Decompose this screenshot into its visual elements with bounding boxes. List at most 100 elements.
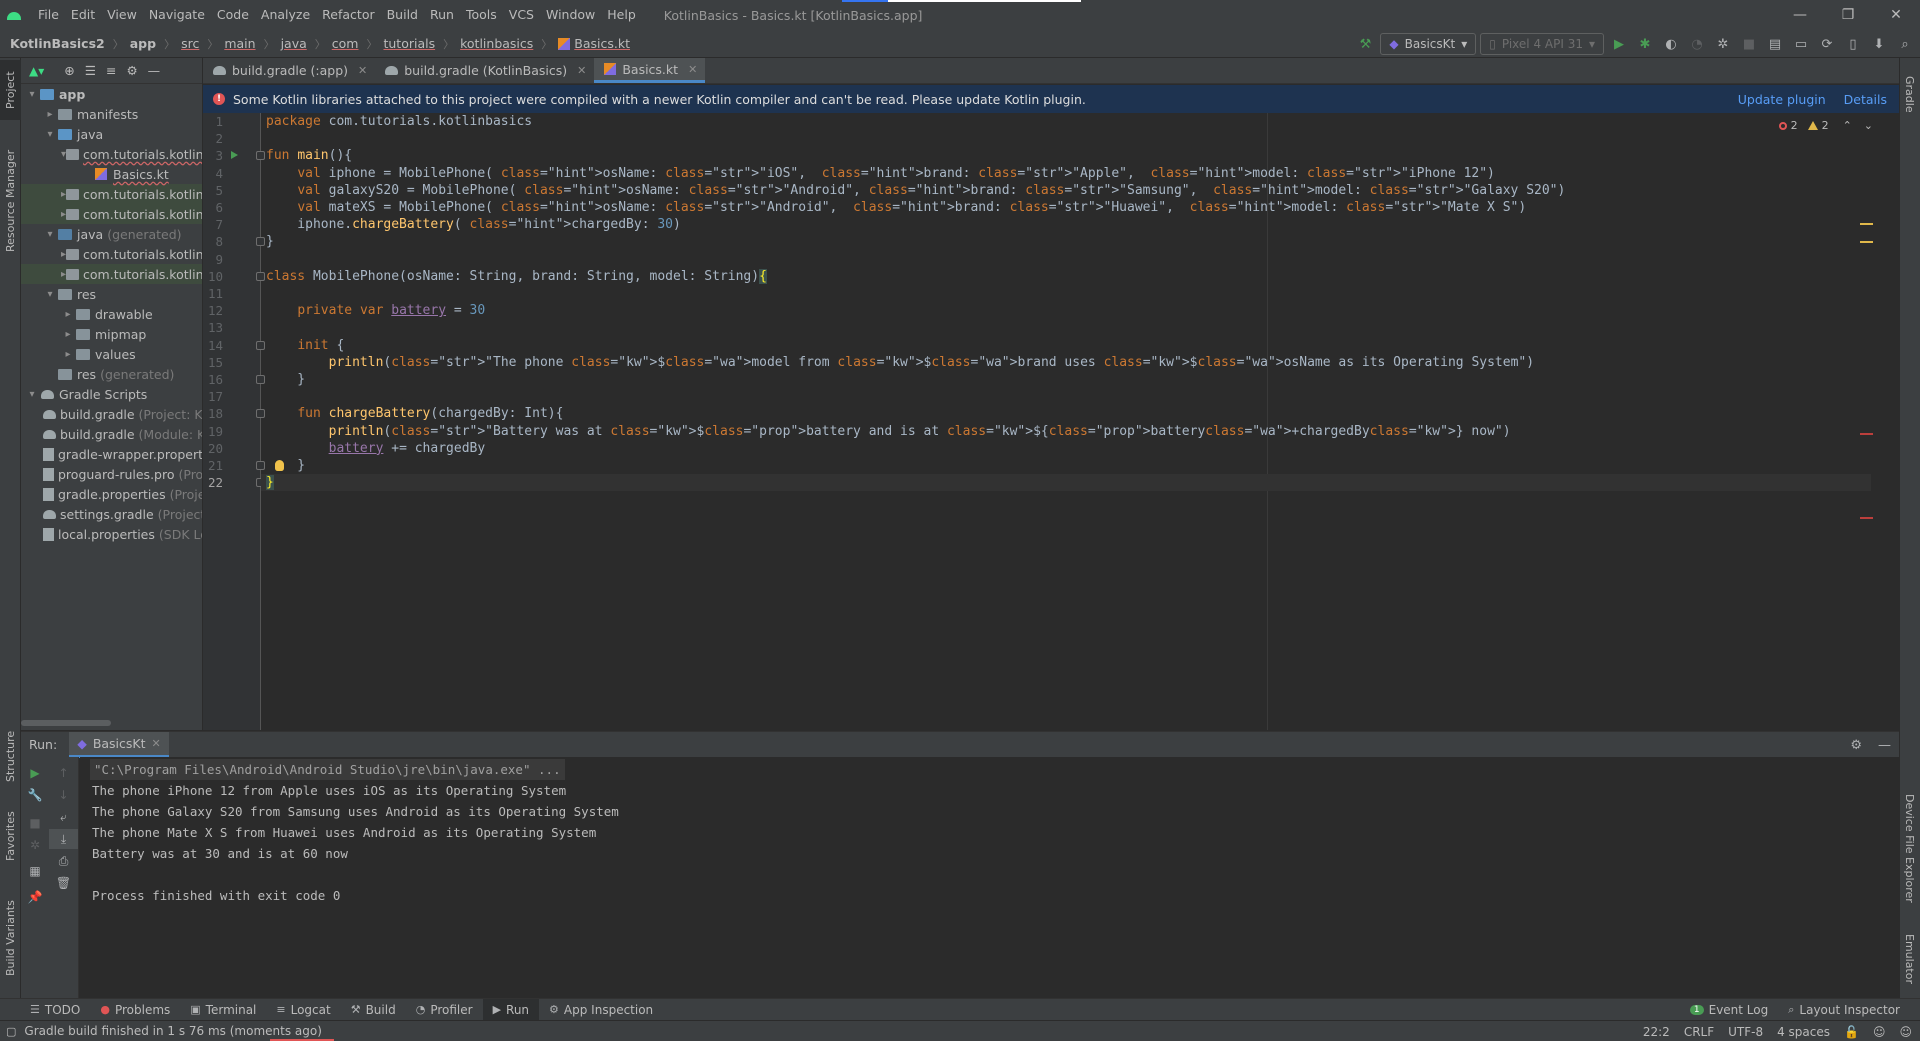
tree-item[interactable]: gradle-wrapper.properties(Gradle Version… xyxy=(21,444,202,464)
run-tab-basicskt[interactable]: ◆ BasicsKt ✕ xyxy=(69,731,169,758)
tool-tab-build[interactable]: ⚒ Build xyxy=(341,999,406,1021)
trash-icon[interactable]: 🗑 xyxy=(49,873,78,893)
menu-run[interactable]: Run xyxy=(424,0,460,30)
layout-editor-icon[interactable]: ▭ xyxy=(1790,33,1812,55)
tree-item[interactable]: ▾ java (generated) xyxy=(21,224,202,244)
update-plugin-link[interactable]: Update plugin xyxy=(1738,92,1826,107)
tree-item[interactable]: ▸ manifests xyxy=(21,104,202,124)
breadcrumb-item[interactable]: KotlinBasics2 xyxy=(10,36,107,51)
avd-manager-icon[interactable]: ▯ xyxy=(1842,33,1864,55)
tab-build-variants[interactable]: Build Variants xyxy=(0,888,21,988)
hide-panel-icon[interactable]: — xyxy=(1878,738,1891,753)
sync-gradle-icon[interactable]: ⟳ xyxy=(1816,33,1838,55)
tree-item[interactable]: ▸ values xyxy=(21,344,202,364)
breadcrumb-item[interactable]: java xyxy=(281,36,309,51)
tree-item[interactable]: res (generated) xyxy=(21,364,202,384)
fold-marker-icon[interactable] xyxy=(256,237,265,247)
fold-marker-icon[interactable] xyxy=(256,409,265,419)
run-config-select[interactable]: ◆ BasicsKt ▾ xyxy=(1380,33,1477,55)
code-line[interactable]: val galaxyS20 = MobilePhone( class="hint… xyxy=(266,182,1565,199)
breadcrumb-item[interactable]: app xyxy=(130,36,158,51)
code-line[interactable]: } xyxy=(266,233,274,250)
menu-vcs[interactable]: VCS xyxy=(503,0,540,30)
tool-tab-run[interactable]: ▶ Run xyxy=(482,998,540,1021)
details-link[interactable]: Details xyxy=(1844,92,1887,107)
fold-marker-icon[interactable] xyxy=(256,461,265,470)
menu-navigate[interactable]: Navigate xyxy=(143,0,211,30)
code-line[interactable]: private var battery = 30 xyxy=(266,302,485,319)
project-tree-scrollbar[interactable] xyxy=(21,720,111,726)
tab-project[interactable]: Project xyxy=(0,60,21,120)
breadcrumb-item[interactable]: kotlinbasics xyxy=(460,36,535,51)
chevron-right-icon[interactable]: ▸ xyxy=(43,109,57,120)
tree-item[interactable]: Basics.kt xyxy=(21,164,202,184)
tree-item[interactable]: ▸ drawable xyxy=(21,304,202,324)
tree-item[interactable]: ▾ res xyxy=(21,284,202,304)
tab-device-file-explorer[interactable]: Device File Explorer xyxy=(1899,778,1920,918)
editor-tab[interactable]: Basics.kt ✕ xyxy=(594,58,706,83)
tree-item[interactable]: local.properties(SDK Location) xyxy=(21,524,202,544)
gear-icon[interactable]: ⚙ xyxy=(1850,738,1862,753)
menu-file[interactable]: File xyxy=(32,0,65,30)
breadcrumb-item[interactable]: com xyxy=(332,36,361,51)
code-line[interactable]: val iphone = MobilePhone( class="hint">o… xyxy=(266,165,1495,182)
attach-debugger-icon[interactable]: ✲ xyxy=(1712,33,1734,55)
minimize-button[interactable]: — xyxy=(1776,0,1824,30)
chevron-down-icon[interactable]: ▾ xyxy=(43,229,57,240)
tab-resource-manager[interactable]: Resource Manager xyxy=(0,136,21,266)
caret-position[interactable]: 22:2 xyxy=(1643,1025,1670,1039)
chevron-right-icon[interactable]: ▸ xyxy=(61,349,75,360)
close-tab-icon[interactable]: ✕ xyxy=(577,64,586,77)
lightbulb-icon[interactable] xyxy=(275,460,284,471)
editor-tab[interactable]: build.gradle (KotlinBasics) ✕ xyxy=(375,58,594,83)
inspection-widget[interactable]: 2 2 ⌃ ⌄ xyxy=(1778,119,1873,132)
layout-inspector-tab[interactable]: ⌕ Layout Inspector xyxy=(1778,999,1910,1021)
gear-icon[interactable]: ⚙ xyxy=(126,63,137,78)
hide-panel-icon[interactable]: — xyxy=(148,63,161,78)
tree-item[interactable]: ▾ app xyxy=(21,84,202,104)
profile-icon[interactable]: ◔ xyxy=(1686,33,1708,55)
tab-emulator[interactable]: Emulator xyxy=(1899,924,1920,994)
tab-gradle[interactable]: Gradle xyxy=(1899,66,1920,122)
status-panel-icon[interactable]: ▢ xyxy=(6,1025,16,1038)
code-line[interactable]: fun main(){ xyxy=(266,147,352,164)
menu-refactor[interactable]: Refactor xyxy=(316,0,380,30)
chevron-down-icon[interactable]: ▾ xyxy=(25,389,39,400)
tab-structure[interactable]: Structure xyxy=(0,726,21,786)
tool-tab-logcat[interactable]: ≡ Logcat xyxy=(266,999,340,1021)
arrow-up-icon[interactable]: ↑ xyxy=(49,763,78,783)
code-line[interactable]: init { xyxy=(266,337,344,354)
tree-item[interactable]: ▸com.tutorials.kotlinbasics xyxy=(21,244,202,264)
code-line[interactable]: } xyxy=(266,371,305,388)
tree-item[interactable]: settings.gradle(Project Settings) xyxy=(21,504,202,524)
tree-item[interactable]: proguard-rules.pro(ProGuard Rules) xyxy=(21,464,202,484)
code-line[interactable]: battery += chargedBy xyxy=(266,440,486,457)
menu-code[interactable]: Code xyxy=(211,0,255,30)
fold-marker-icon[interactable] xyxy=(256,340,265,350)
chevron-right-icon[interactable]: ▸ xyxy=(61,329,75,340)
inspector-face-icon[interactable]: ☺ xyxy=(1873,1025,1886,1039)
tree-item[interactable]: ▸ mipmap xyxy=(21,324,202,344)
menu-analyze[interactable]: Analyze xyxy=(255,0,316,30)
indent-setting[interactable]: 4 spaces xyxy=(1777,1025,1830,1039)
code-line[interactable]: println(class="str">"Battery was at clas… xyxy=(266,423,1511,440)
error-marker[interactable] xyxy=(1860,517,1873,519)
scroll-to-end-icon[interactable]: ⤓ xyxy=(49,829,78,849)
tree-item[interactable]: gradle.properties(Project Properties) xyxy=(21,484,202,504)
tree-item[interactable]: ▸com.tutorials.kotlinbasics xyxy=(21,264,202,284)
chevron-down-icon[interactable]: ⌄ xyxy=(1864,119,1873,132)
close-tab-icon[interactable]: ✕ xyxy=(152,737,161,750)
code-editor[interactable]: 1 2 3 4 5 6 7 8 9 10 11 12 13 14 15 16 17 18 19 20 21 22 pack… xyxy=(203,113,1879,730)
menu-help[interactable]: Help xyxy=(601,0,642,30)
chevron-down-icon[interactable]: ▾ xyxy=(25,89,39,100)
tool-tab-profiler[interactable]: ◔ Profiler xyxy=(406,999,483,1021)
breadcrumb-item[interactable]: Basics.kt xyxy=(558,36,632,51)
menu-build[interactable]: Build xyxy=(381,0,424,30)
debug-bug-icon[interactable]: ✱ xyxy=(1634,33,1656,55)
breadcrumb-item[interactable]: main xyxy=(224,36,257,51)
tree-item[interactable]: ▾ java xyxy=(21,124,202,144)
wrench-icon[interactable]: 🔧 xyxy=(21,785,49,805)
chevron-down-icon[interactable]: ▾ xyxy=(43,129,57,140)
menu-view[interactable]: View xyxy=(101,0,143,30)
editor-tab[interactable]: build.gradle (:app) ✕ xyxy=(203,58,375,83)
